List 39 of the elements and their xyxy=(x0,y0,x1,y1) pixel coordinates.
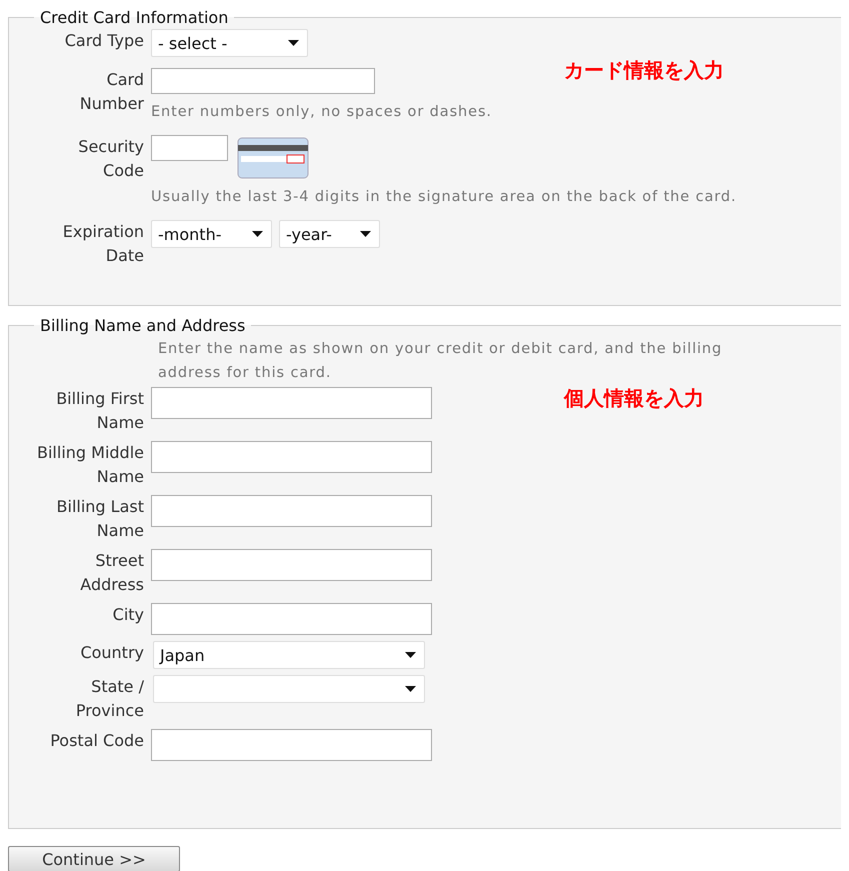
field-label: Expiration Date xyxy=(62,221,145,267)
caret-icon xyxy=(405,652,416,658)
field-label: Security Code xyxy=(77,136,145,182)
input-field[interactable] xyxy=(151,68,375,94)
intro-text: Enter the name as shown on your credit or debit card, and the billing address for this card. xyxy=(158,340,724,383)
field-label: Billing Middle Name xyxy=(36,442,145,488)
field-label: City xyxy=(112,604,145,626)
caret-icon xyxy=(288,40,299,46)
select-field[interactable] xyxy=(153,675,425,703)
continue-button[interactable]: Continue >> xyxy=(8,846,180,871)
section-legend: Billing Name and Address xyxy=(34,316,252,335)
field-label: Card Type xyxy=(64,30,145,52)
annotation-text: 個人情報を入力 xyxy=(564,385,704,412)
caret-icon xyxy=(405,686,416,692)
hint-text: Usually the last 3-4 digits in the signature area on the back of the card. xyxy=(151,188,736,207)
field-label: Billing Last Name xyxy=(56,496,145,542)
field-label: Country xyxy=(79,642,145,664)
section-legend: Credit Card Information xyxy=(34,8,234,27)
input-field[interactable] xyxy=(151,603,432,635)
card-back-icon xyxy=(237,137,309,179)
caret-icon xyxy=(360,231,371,237)
select-field[interactable]: -month- xyxy=(151,220,272,248)
field-label: State / Province xyxy=(74,676,145,722)
annotation-text: カード情報を入力 xyxy=(564,57,724,84)
select-field[interactable]: - select - xyxy=(151,29,308,57)
caret-icon xyxy=(252,231,263,237)
field-label: Street Address xyxy=(79,550,145,596)
select-field[interactable]: Japan xyxy=(153,641,425,669)
hint-text: Enter numbers only, no spaces or dashes. xyxy=(151,103,492,122)
field-label: Postal Code xyxy=(49,730,145,752)
select-field[interactable]: -year- xyxy=(279,220,380,248)
field-label: Billing First Name xyxy=(55,388,145,434)
input-field[interactable] xyxy=(151,729,432,761)
input-field[interactable] xyxy=(151,549,432,581)
field-label: Card Number xyxy=(78,69,145,115)
input-field[interactable] xyxy=(151,135,228,161)
input-field[interactable] xyxy=(151,441,432,473)
input-field[interactable] xyxy=(151,495,432,527)
input-field[interactable] xyxy=(151,387,432,419)
